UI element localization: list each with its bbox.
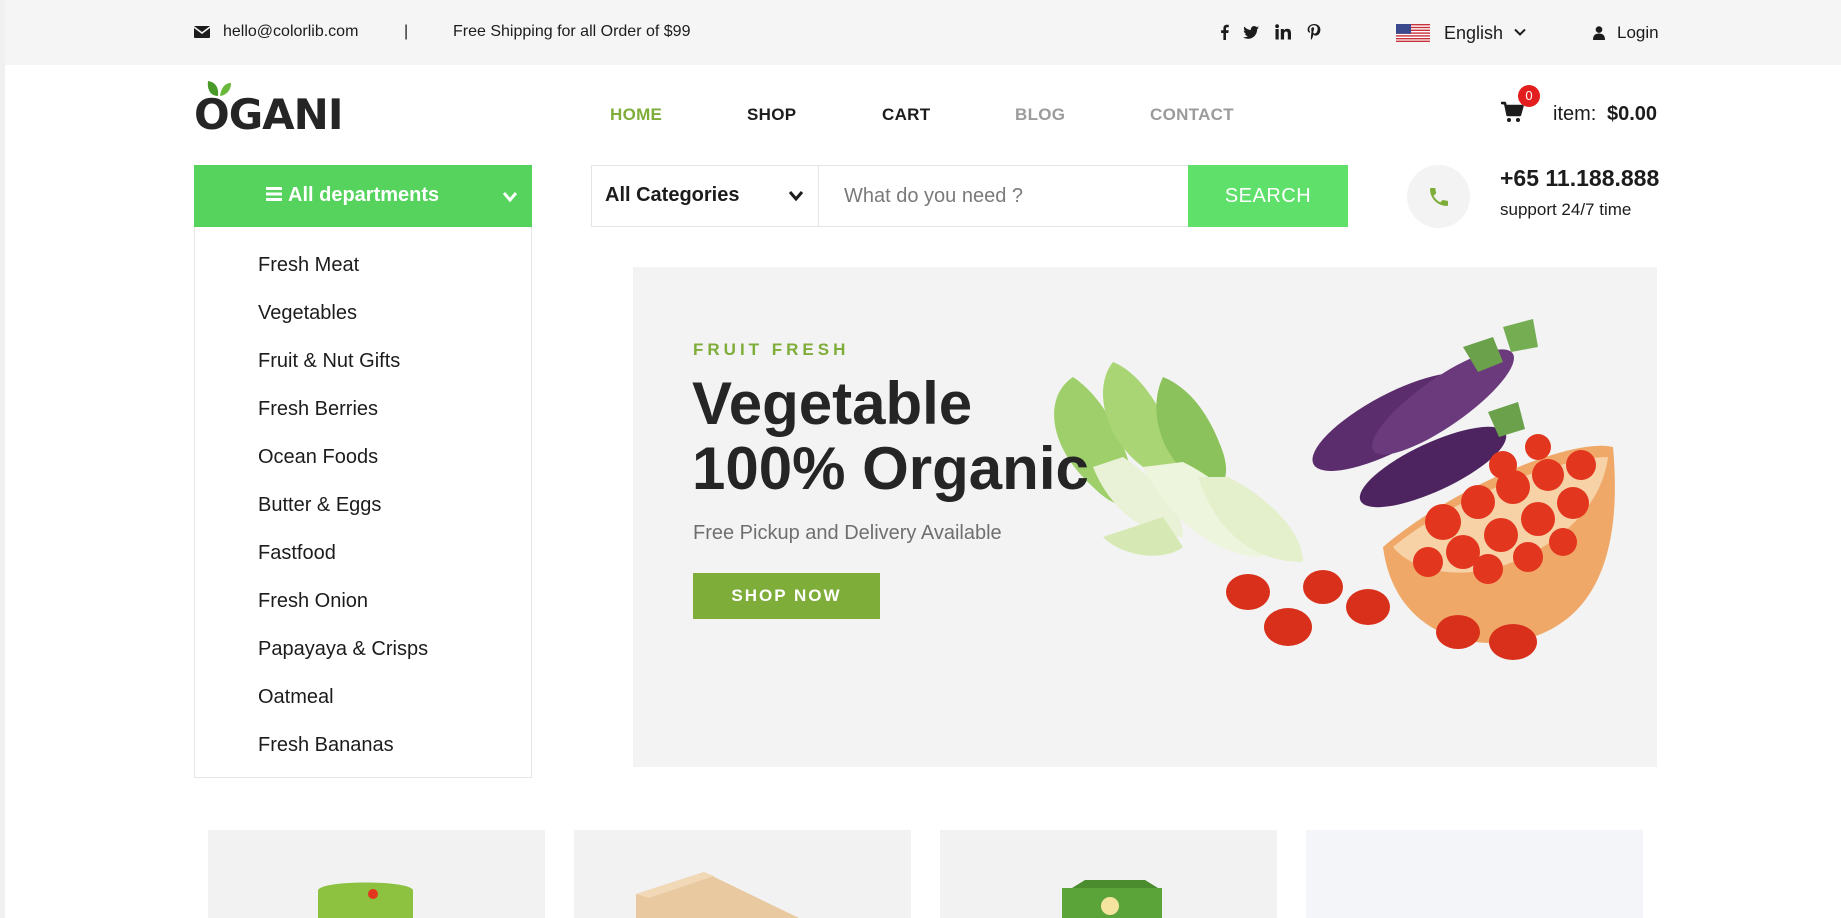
department-item[interactable]: Fresh Berries [258,398,378,421]
nav-home[interactable]: HOME [610,105,662,125]
hero-title-line1: Vegetable [692,370,973,437]
page-edge [0,0,5,918]
department-item[interactable]: Fresh Bananas [258,734,394,757]
category-card[interactable] [1306,830,1643,918]
phone-number: +65 11.188.888 [1500,165,1660,191]
all-departments-button[interactable]: All departments [194,165,532,227]
phone-icon [1430,188,1448,206]
department-item[interactable]: Oatmeal [258,686,334,709]
support-hours: support 24/7 time [1500,200,1632,219]
vegetables-image [1054,319,1615,660]
chevron-down-icon[interactable] [1514,28,1526,37]
email-link[interactable]: hello@colorlib.com [223,23,358,41]
department-item[interactable]: Butter & Eggs [258,494,381,517]
category-card[interactable] [940,830,1277,918]
shipping-notice: Free Shipping for all Order of $99 [453,23,691,40]
nav-contact[interactable]: CONTACT [1150,105,1234,125]
us-flag-icon [1396,24,1430,42]
logo-text: OGANI [194,90,343,139]
departments-list: Fresh Meat Vegetables Fruit & Nut Gifts … [194,227,532,778]
hero-kicker: FRUIT FRESH [693,340,850,359]
category-card[interactable] [208,830,545,918]
search-button[interactable]: SEARCH [1188,165,1348,227]
department-item[interactable]: Fresh Meat [258,254,359,277]
topbar-separator: | [404,23,409,40]
department-item[interactable]: Fruit & Nut Gifts [258,350,400,373]
nav-cart[interactable]: CART [882,105,930,125]
cart-total: $0.00 [1607,103,1658,125]
product-image [1062,880,1162,918]
user-icon[interactable] [1593,26,1605,40]
login-link[interactable]: Login [1617,23,1659,43]
department-item[interactable]: Fastfood [258,542,336,565]
cart-count-badge: 0 [1518,85,1540,107]
department-item[interactable]: Vegetables [258,302,357,325]
pinterest-icon[interactable] [1306,24,1322,40]
chevron-down-icon[interactable] [788,190,804,202]
chevron-down-icon [502,192,518,203]
language-selector[interactable]: English [1444,23,1503,44]
product-image [318,882,413,918]
cart-item-label: item: [1553,103,1597,125]
nav-shop[interactable]: SHOP [747,105,796,125]
facebook-icon[interactable] [1217,24,1233,40]
twitter-icon[interactable] [1243,24,1259,40]
hero-banner: FRUIT FRESH Vegetable 100% Organic Free … [633,267,1657,767]
hero-subtitle: Free Pickup and Delivery Available [693,522,1002,544]
department-item[interactable]: Ocean Foods [258,446,378,469]
envelope-icon [194,26,210,38]
hero-title: Vegetable 100% Organic [692,371,1089,501]
search-input[interactable] [828,174,1178,218]
hamburger-icon [266,187,282,201]
shop-now-button[interactable]: SHOP NOW [693,573,880,619]
nav-blog[interactable]: BLOG [1015,105,1065,125]
search-divider [818,166,819,226]
linkedin-icon[interactable] [1275,24,1291,40]
product-image [636,872,799,918]
department-item[interactable]: Papayaya & Crisps [258,638,428,661]
hero-title-line2: 100% Organic [692,435,1089,502]
phone-icon-circle [1407,165,1470,228]
department-item[interactable]: Fresh Onion [258,590,368,613]
page: hello@colorlib.com | Free Shipping for a… [0,0,1841,918]
site-logo[interactable]: OGANI [194,76,344,139]
category-select[interactable]: All Categories [605,184,739,207]
departments-label: All departments [288,184,440,206]
category-card[interactable] [574,830,911,918]
